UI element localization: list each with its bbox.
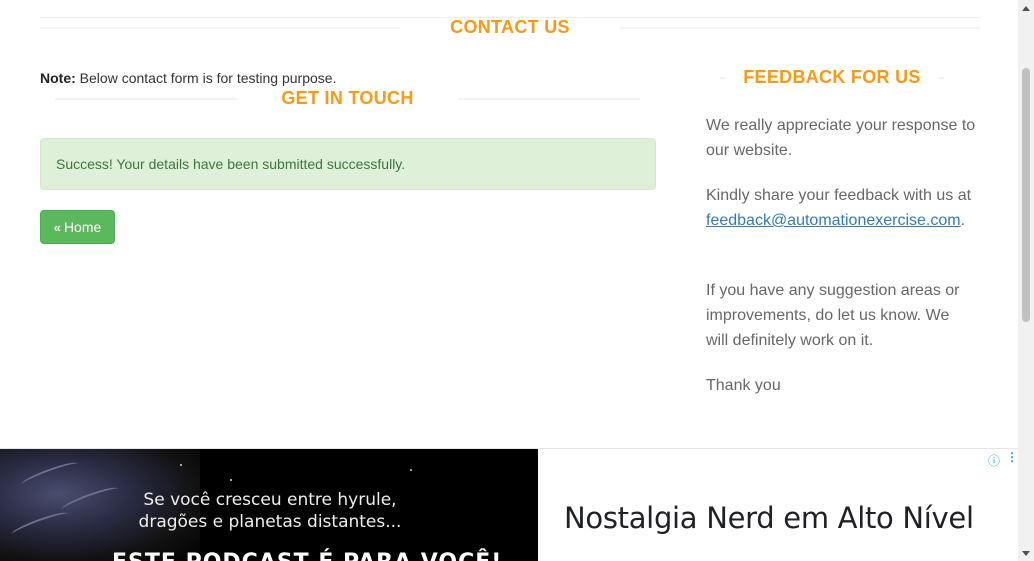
heading-rule-left — [720, 77, 726, 79]
star — [410, 469, 412, 471]
heading-rule-right — [458, 98, 640, 100]
heading-rule-left — [40, 27, 400, 29]
heading-rule-right — [938, 77, 944, 79]
get-in-touch-heading: GET IN TOUCH — [55, 85, 640, 111]
feedback-paragraph-appreciate: We really appreciate your response to ou… — [706, 117, 976, 159]
double-chevron-left-icon: « — [53, 219, 61, 235]
feedback-email-link[interactable]: feedback@automationexercise.com — [706, 212, 961, 229]
heading-rule-left — [55, 98, 237, 100]
page: CONTACT US Note: Below contact form is f… — [0, 0, 1018, 561]
ad-tagline: Se você cresceu entre hyrule, dragões e … — [130, 489, 410, 533]
scroll-down-arrow[interactable] — [1018, 545, 1034, 561]
contact-us-heading: CONTACT US — [40, 14, 980, 40]
feedback-heading: FEEDBACK FOR US — [720, 64, 944, 90]
ad-tagline-line1: Se você cresceu entre hyrule, — [143, 490, 397, 510]
advertisement-banner[interactable]: Se você cresceu entre hyrule, dragões e … — [0, 448, 1018, 561]
testing-note: Note: Below contact form is for testing … — [40, 70, 336, 86]
ad-headline[interactable]: Nostalgia Nerd em Alto Nível — [564, 501, 974, 535]
home-button[interactable]: « Home — [40, 210, 115, 244]
heading-rule-right — [620, 27, 980, 29]
note-text: Below contact form is for testing purpos… — [75, 70, 337, 86]
ad-tagline-line2: dragões e planetas distantes... — [138, 512, 402, 532]
feedback-paragraph-share: Kindly share your feedback with us at fee… — [706, 183, 976, 233]
scroll-up-arrow[interactable] — [1018, 0, 1034, 16]
feedback-share-end: . — [960, 212, 966, 229]
star — [180, 464, 182, 466]
note-label: Note: — [40, 70, 76, 86]
arrow-down-icon — [1022, 550, 1030, 556]
success-alert: Success! Your details have been submitte… — [40, 138, 656, 190]
vertical-scrollbar[interactable] — [1018, 0, 1034, 561]
feedback-title: FEEDBACK FOR US — [743, 67, 921, 87]
ad-image[interactable]: Se você cresceu entre hyrule, dragões e … — [0, 449, 538, 561]
feedback-share-text: Kindly share your feedback with us at — [706, 187, 972, 204]
ad-info-icon[interactable]: ⓘ — [988, 452, 1000, 469]
feedback-paragraph-suggestion: If you have any suggestion areas or impr… — [706, 282, 960, 349]
arrow-up-icon — [1022, 5, 1030, 11]
star — [230, 479, 232, 481]
home-button-label: Home — [63, 219, 102, 235]
feedback-paragraph-thanks: Thank you — [706, 377, 781, 394]
ad-menu-icon[interactable]: ⋮ — [1006, 451, 1018, 463]
ad-podcast-text: ESTE PODCAST É PARA VOCÊ! — [112, 550, 501, 561]
scrollbar-thumb[interactable] — [1022, 68, 1030, 322]
